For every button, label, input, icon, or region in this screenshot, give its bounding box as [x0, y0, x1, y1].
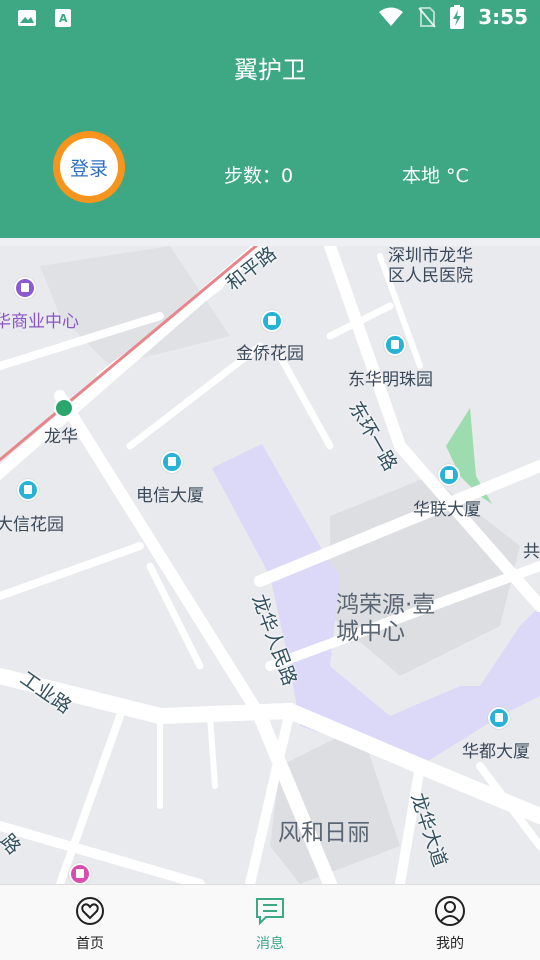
poi-building-icon[interactable] — [161, 451, 183, 473]
tab-label: 消息 — [256, 936, 284, 952]
header-divider — [0, 238, 540, 246]
step-counter: 步数：0 — [224, 165, 294, 187]
tab-home[interactable]: 首页 — [0, 885, 180, 960]
tab-label: 首页 — [76, 936, 104, 952]
poi-building-icon[interactable] — [488, 707, 510, 729]
poi-building-icon[interactable] — [261, 310, 283, 332]
no-sim-icon — [418, 7, 437, 28]
poi-shopping-icon[interactable] — [14, 277, 36, 299]
poi-label[interactable]: 华商业中心 — [0, 307, 79, 332]
poi-label[interactable]: 华联大厦 — [413, 495, 481, 520]
login-avatar-ring[interactable]: 登录 — [53, 131, 125, 203]
wifi-icon — [379, 7, 404, 26]
tab-messages[interactable]: 消息 — [180, 885, 360, 960]
poi-label[interactable]: 龙华 — [44, 422, 78, 447]
app-header: A 3:55 翼护卫 登录 步数：0 本地 °C — [0, 0, 540, 238]
login-button[interactable]: 登录 — [60, 138, 118, 196]
tab-label: 我的 — [436, 936, 464, 952]
image-icon — [16, 7, 38, 29]
map-view[interactable]: 深圳市龙华区人民医院 华商业中心 金侨花园 东华明珠园 龙华 电信大厦 华联大厦… — [0, 246, 540, 884]
poi-label[interactable]: 大信花园 — [0, 510, 64, 535]
poi-building-icon[interactable] — [384, 334, 406, 356]
poi-label[interactable]: 金侨花园 — [236, 339, 304, 364]
poi-label[interactable]: 深圳市龙华区人民医院 — [388, 246, 488, 286]
poi-label[interactable]: 华都大厦 — [462, 737, 530, 762]
poi-label[interactable]: 风和日丽 — [278, 813, 370, 847]
poi-building-icon[interactable] — [438, 464, 460, 486]
message-icon — [256, 898, 284, 926]
app-title: 翼护卫 — [234, 56, 306, 84]
status-bar: A 3:55 — [0, 0, 540, 36]
poi-label[interactable]: 东华明珠园 — [348, 365, 433, 390]
bottom-tab-bar: 首页 消息 我的 — [0, 884, 540, 960]
battery-charging-icon — [450, 5, 465, 29]
heart-icon — [76, 897, 104, 925]
a-icon: A — [52, 7, 74, 29]
clock: 3:55 — [478, 5, 528, 29]
poi-label[interactable]: 电信大厦 — [136, 481, 204, 506]
poi-building-icon[interactable] — [17, 479, 39, 501]
user-icon — [435, 896, 465, 926]
poi-label[interactable]: 鸿荣源·壹城中心 — [336, 592, 448, 646]
metro-station-icon[interactable] — [54, 398, 74, 418]
poi-hotel-icon[interactable] — [69, 863, 91, 884]
svg-text:A: A — [59, 12, 68, 25]
poi-label[interactable]: 共 — [523, 537, 540, 562]
tab-profile[interactable]: 我的 — [360, 885, 540, 960]
weather-display: 本地 °C — [402, 165, 469, 187]
